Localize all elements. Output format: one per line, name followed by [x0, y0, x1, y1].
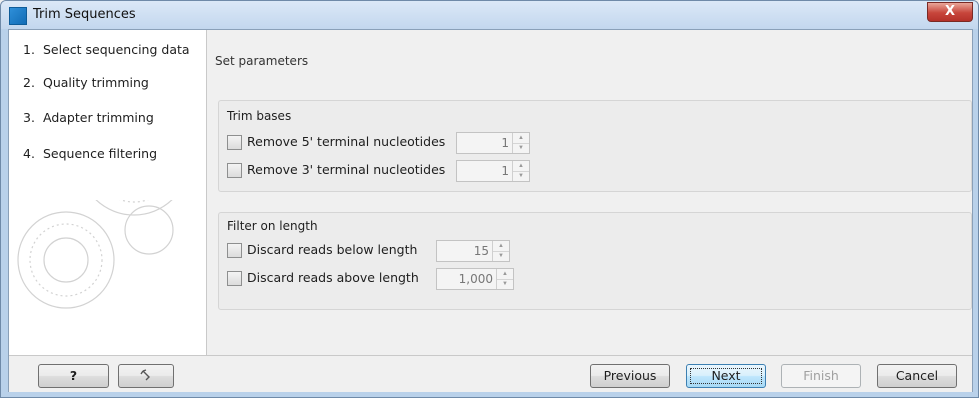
spin-down-icon[interactable]: ▼	[497, 279, 513, 289]
step-number: 3.	[23, 110, 35, 125]
remove-5-prime-checkbox[interactable]	[227, 135, 242, 150]
title-bar[interactable]: Trim Sequences X	[1, 1, 978, 29]
reset-button[interactable]	[118, 364, 174, 388]
spin-down-icon[interactable]: ▼	[513, 143, 529, 153]
button-bar: ? Previous Next Finish Cancel	[9, 355, 972, 392]
step-label: Quality trimming	[43, 75, 149, 90]
gears-watermark-icon	[17, 200, 174, 309]
help-button[interactable]: ?	[38, 364, 109, 388]
group-label: Trim bases	[227, 109, 292, 123]
discard-above-checkbox[interactable]	[227, 271, 242, 286]
discard-above-label: Discard reads above length	[247, 270, 419, 285]
step-adapter-trimming: 3. Adapter trimming	[23, 110, 154, 125]
undo-arrow-icon	[140, 369, 150, 381]
close-button[interactable]: X	[927, 2, 973, 22]
discard-above-spinner[interactable]: 1,000 ▲ ▼	[436, 268, 514, 290]
spin-down-icon[interactable]: ▼	[493, 251, 509, 261]
spinner-value: 15	[473, 244, 489, 258]
finish-button: Finish	[781, 364, 861, 388]
parameters-panel: Set parameters Trim bases Remove 5' term…	[207, 30, 972, 355]
step-label: Adapter trimming	[43, 110, 154, 125]
spinner-arrows: ▲ ▼	[492, 241, 509, 261]
step-quality-trimming: 2. Quality trimming	[23, 75, 149, 90]
step-sequence-filtering: 4. Sequence filtering	[23, 146, 157, 161]
step-label: Select sequencing data	[43, 42, 190, 57]
dialog-client: 1. Select sequencing data 2. Quality trimm…	[8, 29, 973, 392]
cancel-button[interactable]: Cancel	[877, 364, 957, 388]
step-number: 1.	[23, 42, 35, 57]
remove-5-prime-row: Remove 5' terminal nucleotides 1 ▲ ▼	[227, 132, 530, 154]
section-title: Set parameters	[215, 54, 309, 68]
next-label: Next	[690, 368, 762, 384]
app-icon	[9, 7, 27, 25]
spinner-arrows: ▲ ▼	[512, 161, 529, 181]
filter-length-group: Filter on length Discard reads below len…	[218, 212, 972, 310]
wizard-steps-panel: 1. Select sequencing data 2. Quality trimm…	[9, 30, 207, 355]
discard-above-row: Discard reads above length 1,000 ▲ ▼	[227, 268, 527, 290]
next-button[interactable]: Next	[686, 364, 766, 388]
discard-below-row: Discard reads below length 15 ▲ ▼	[227, 240, 527, 262]
spinner-value: 1,000	[458, 272, 493, 286]
remove-5-prime-spinner[interactable]: 1 ▲ ▼	[456, 132, 530, 154]
step-number: 4.	[23, 146, 35, 161]
step-label: Sequence filtering	[43, 146, 158, 161]
remove-3-prime-label: Remove 3' terminal nucleotides	[247, 162, 446, 177]
step-number: 2.	[23, 75, 35, 90]
discard-below-checkbox[interactable]	[227, 243, 242, 258]
spinner-arrows: ▲ ▼	[512, 133, 529, 153]
remove-3-prime-spinner[interactable]: 1 ▲ ▼	[456, 160, 530, 182]
spinner-value: 1	[501, 164, 509, 178]
remove-3-prime-checkbox[interactable]	[227, 163, 242, 178]
group-label: Filter on length	[227, 219, 318, 233]
remove-5-prime-label: Remove 5' terminal nucleotides	[247, 134, 446, 149]
spinner-value: 1	[501, 136, 509, 150]
trim-bases-group: Trim bases Remove 5' terminal nucleotide…	[218, 100, 972, 192]
discard-below-label: Discard reads below length	[247, 242, 418, 257]
spinner-arrows: ▲ ▼	[496, 269, 513, 289]
dialog-window: Trim Sequences X 1. Select sequencing dat…	[0, 0, 979, 398]
remove-3-prime-row: Remove 3' terminal nucleotides 1 ▲ ▼	[227, 160, 530, 182]
window-title: Trim Sequences	[33, 7, 136, 22]
step-select-sequencing-data: 1. Select sequencing data	[23, 42, 190, 57]
previous-button[interactable]: Previous	[590, 364, 670, 388]
spin-down-icon[interactable]: ▼	[513, 171, 529, 181]
discard-below-spinner[interactable]: 15 ▲ ▼	[436, 240, 510, 262]
